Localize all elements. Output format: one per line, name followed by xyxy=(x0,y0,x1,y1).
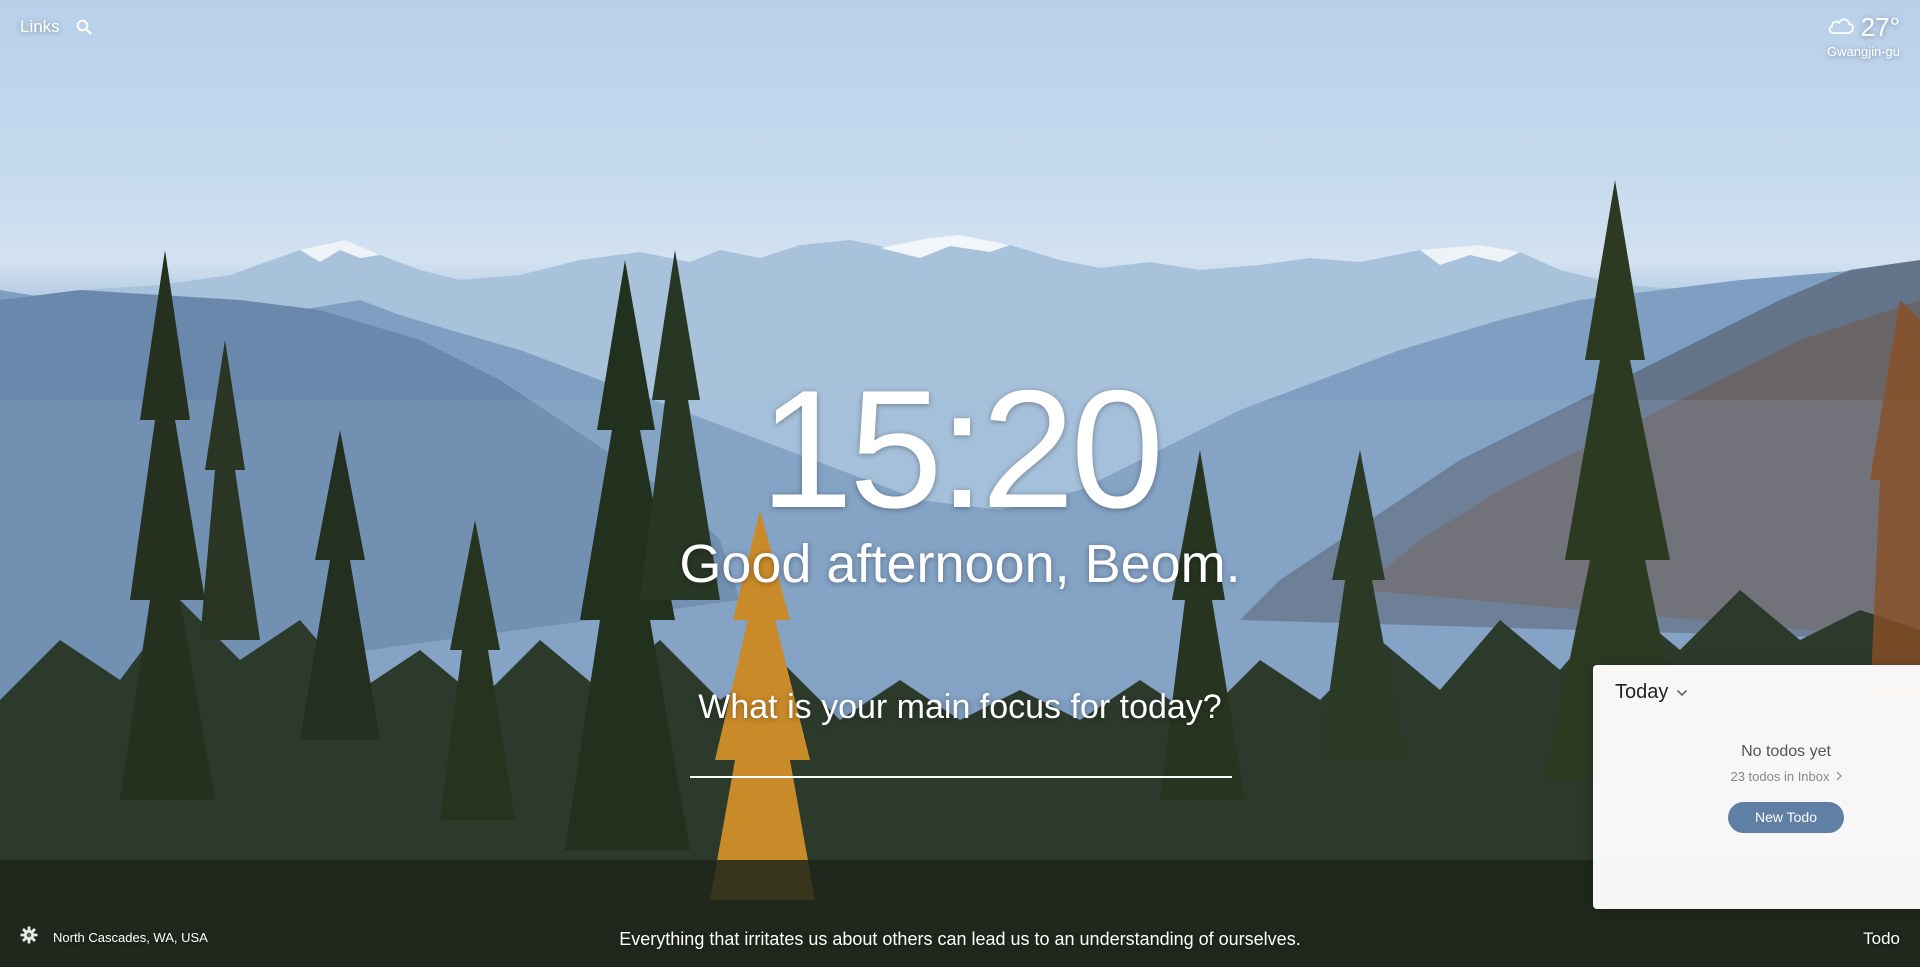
todo-list-title: Today xyxy=(1615,681,1669,703)
inbox-link[interactable]: 23 todos in Inbox xyxy=(1730,769,1842,784)
links-button[interactable]: Links xyxy=(20,17,60,37)
inbox-count-text: 23 todos in Inbox xyxy=(1730,769,1830,784)
todo-panel: Today No todos yet 23 todos in Inbox New… xyxy=(1593,665,1920,909)
empty-title: No todos yet xyxy=(1741,743,1831,760)
focus-input[interactable] xyxy=(690,742,1232,778)
todo-list-selector[interactable]: Today xyxy=(1615,681,1688,704)
weather-widget[interactable]: 27° Gwangjin-gu xyxy=(1826,12,1900,59)
cloud-icon xyxy=(1826,14,1856,41)
todo-empty-state: No todos yet 23 todos in Inbox New Todo xyxy=(1593,743,1920,833)
momentum-dashboard: Links 27° Gwangjin-gu 15:20 Good afterno… xyxy=(0,0,1920,967)
greeting-text[interactable]: Good afternoon, Beom. xyxy=(0,534,1920,594)
todo-toggle-button[interactable]: Todo xyxy=(1863,929,1900,949)
new-todo-button[interactable]: New Todo xyxy=(1728,802,1844,833)
daily-quote[interactable]: Everything that irritates us about other… xyxy=(0,929,1920,950)
search-icon[interactable] xyxy=(76,19,92,35)
clock-time[interactable]: 15:20 xyxy=(0,365,1920,533)
chevron-right-icon xyxy=(1836,769,1842,784)
weather-row: 27° xyxy=(1826,12,1900,43)
weather-location: Gwangjin-gu xyxy=(1827,44,1900,59)
top-left-bar: Links xyxy=(20,17,92,37)
chevron-down-icon xyxy=(1676,684,1688,702)
temperature: 27° xyxy=(1860,12,1900,42)
